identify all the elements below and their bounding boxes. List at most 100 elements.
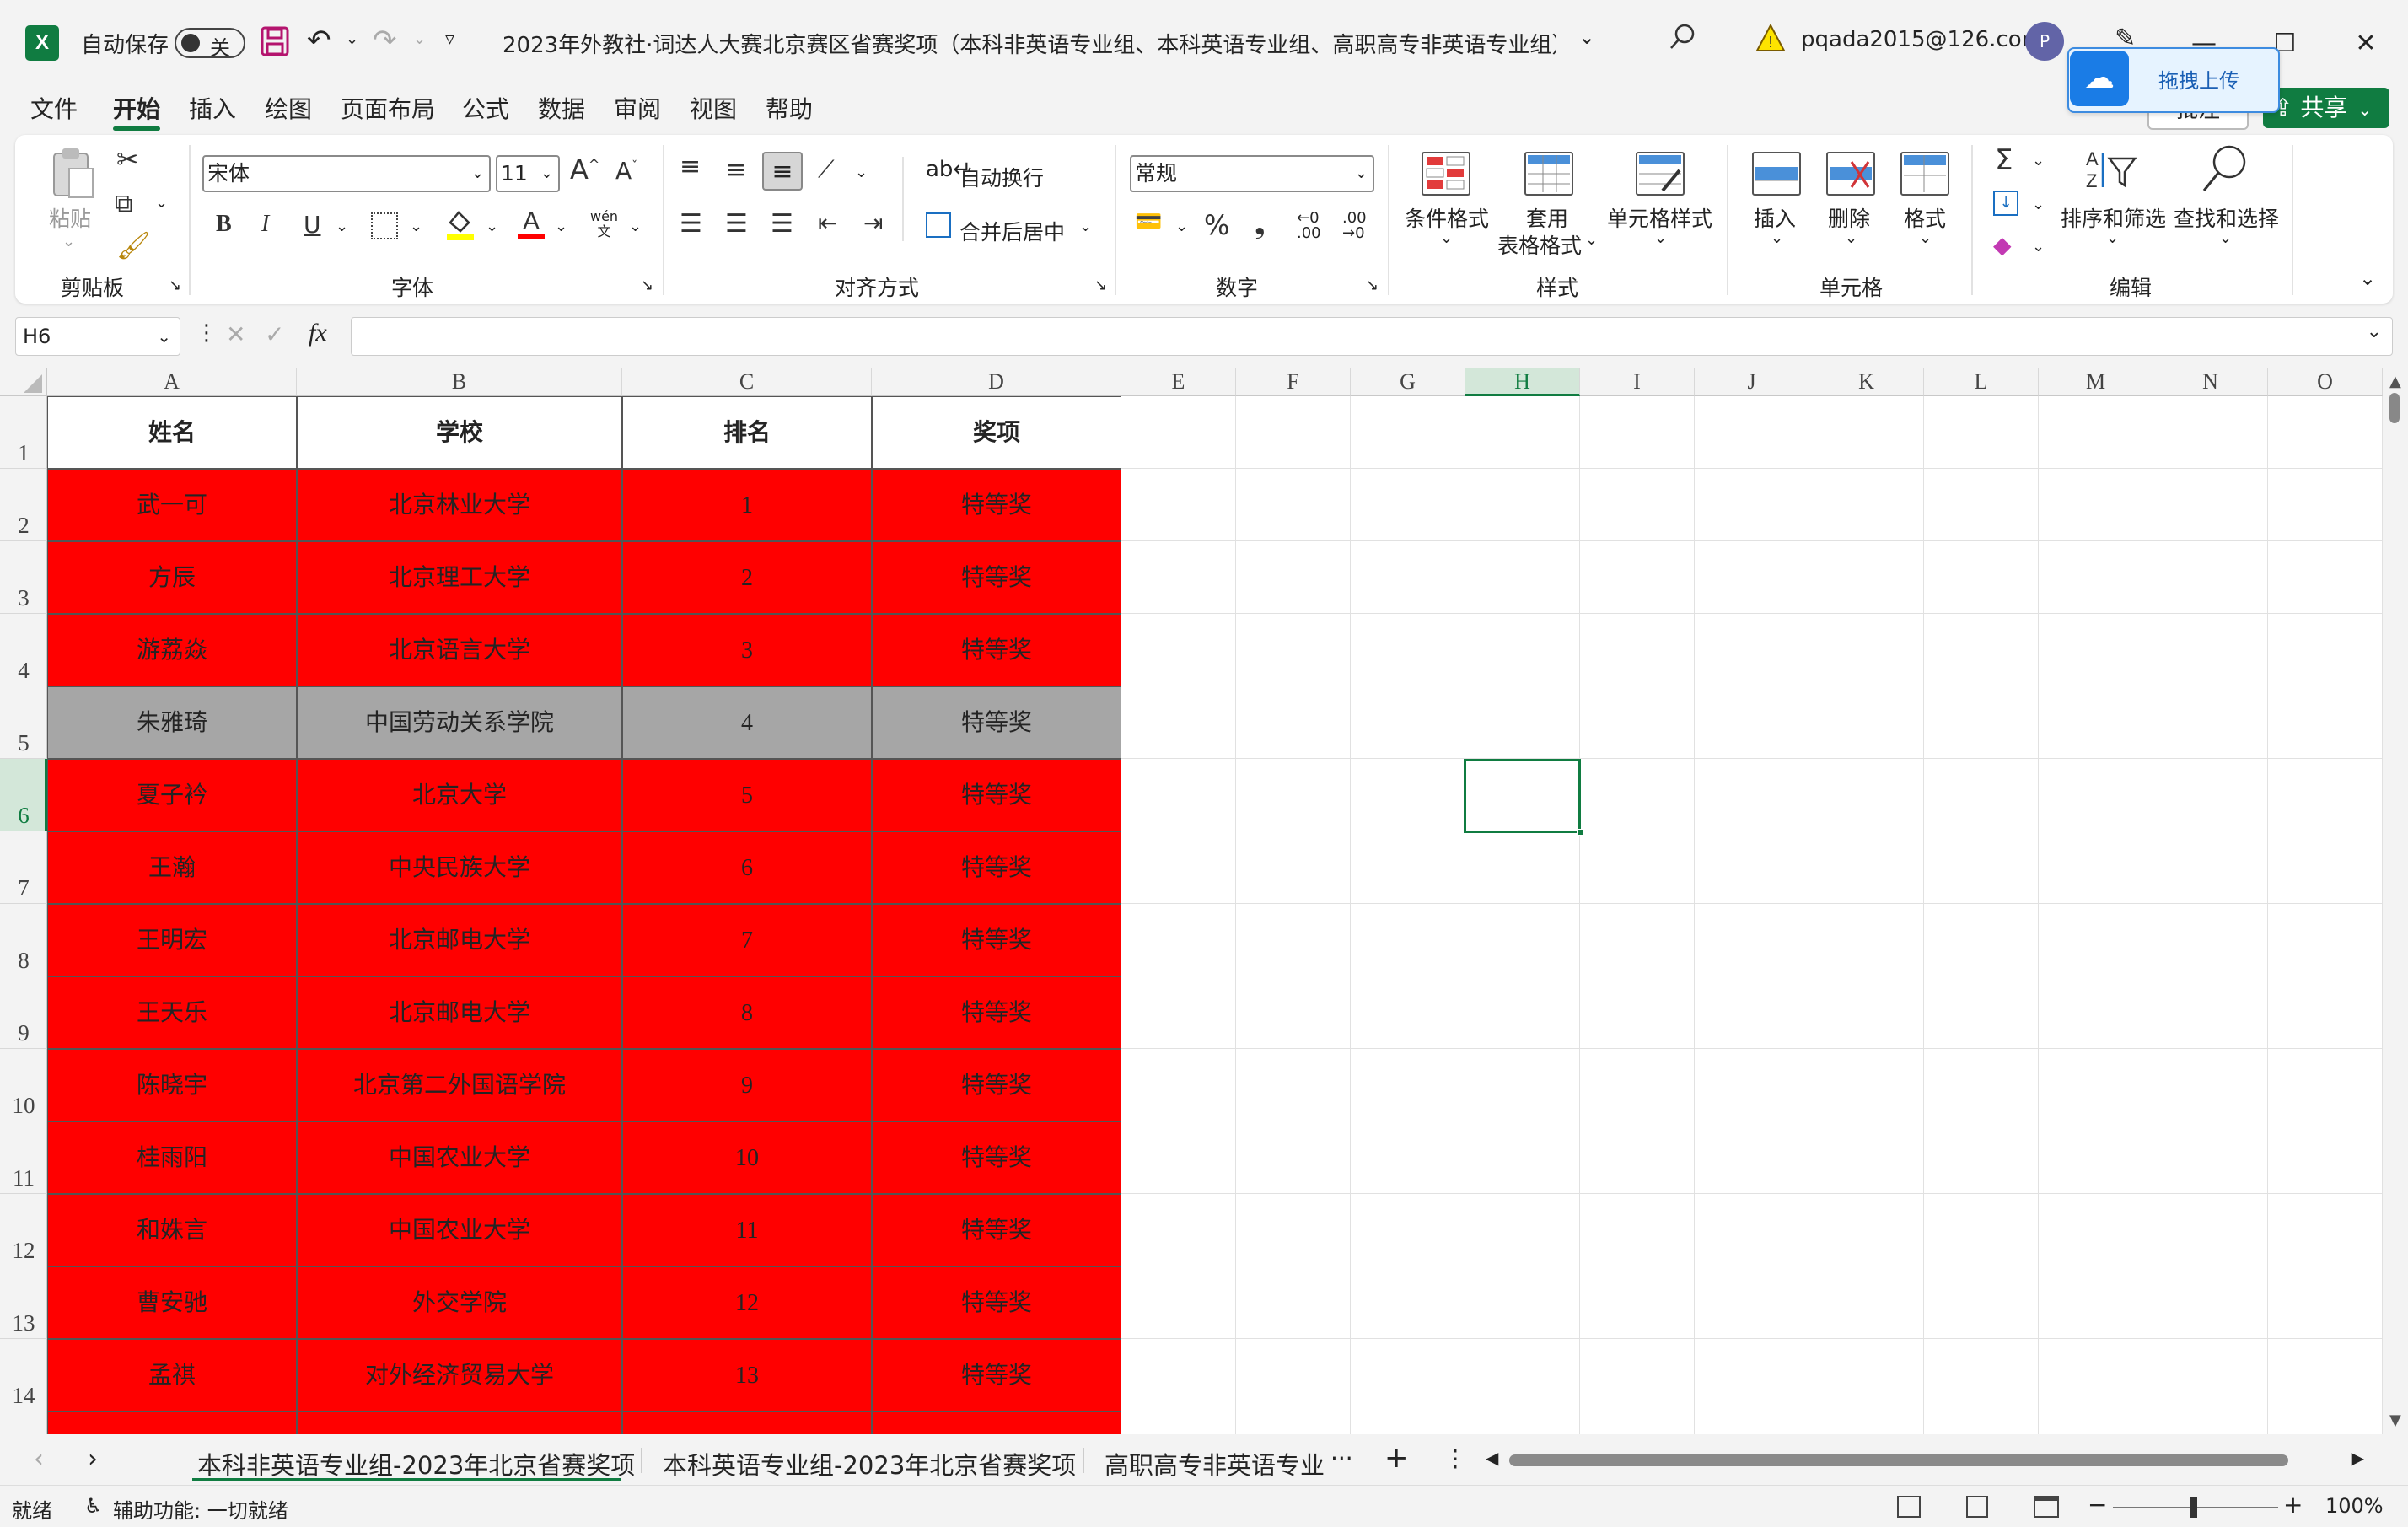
fill-color-icon[interactable] xyxy=(445,207,476,241)
autosum-icon[interactable]: Σ xyxy=(1995,143,2013,177)
select-all-corner[interactable] xyxy=(0,368,47,396)
phonetic-guide-icon[interactable]: wén 文 xyxy=(590,209,618,239)
rank-cell[interactable]: 8 xyxy=(622,976,872,1049)
orientation-icon[interactable]: ⟋ xyxy=(818,155,835,184)
award-cell[interactable]: 特等奖 xyxy=(872,1339,1121,1411)
sheet-tab[interactable]: 本科英语专业组-2023年北京省赛奖项 xyxy=(663,1446,1076,1481)
rank-cell[interactable]: 5 xyxy=(622,759,872,831)
column-header-b[interactable]: B xyxy=(297,368,622,396)
name-cell[interactable]: 王瀚 xyxy=(47,831,297,904)
row-header-2[interactable]: 2 xyxy=(0,469,47,541)
column-header-a[interactable]: A xyxy=(47,368,297,396)
decrease-decimal-icon[interactable]: .00 →0 xyxy=(1342,211,1367,241)
menu-review[interactable]: 审阅 xyxy=(614,93,661,126)
school-cell[interactable]: 北京理工大学 xyxy=(297,541,622,614)
copy-icon[interactable]: ⧉ xyxy=(115,189,132,218)
school-cell[interactable]: 北京第二外国语学院 xyxy=(297,1049,622,1121)
row-header-4[interactable]: 4 xyxy=(0,614,47,686)
name-cell[interactable]: 王明宏 xyxy=(47,904,297,976)
accessibility-status[interactable]: 辅助功能: 一切就绪 xyxy=(113,1494,288,1524)
confirm-entry-icon[interactable]: ✓ xyxy=(265,320,284,348)
number-launcher-icon[interactable]: ↘ xyxy=(1366,277,1379,294)
paste-label[interactable]: 粘贴 xyxy=(49,202,91,233)
insert-function-icon[interactable]: fx xyxy=(309,319,327,347)
underline-icon[interactable]: U xyxy=(304,211,321,239)
borders-dropdown-icon[interactable]: ⌄ xyxy=(410,218,422,235)
bold-icon[interactable]: B xyxy=(216,211,232,238)
cancel-entry-icon[interactable]: ✕ xyxy=(226,320,245,348)
menu-formulas[interactable]: 公式 xyxy=(462,93,509,126)
next-sheet-icon[interactable]: › xyxy=(88,1444,98,1474)
increase-font-icon[interactable]: A^ xyxy=(570,153,599,185)
partial-row-cell[interactable] xyxy=(872,1411,1121,1434)
increase-indent-icon[interactable]: ⇥ xyxy=(863,209,883,237)
redo-icon[interactable]: ↷ xyxy=(373,24,397,57)
copy-dropdown-icon[interactable]: ⌄ xyxy=(155,194,168,212)
clear-dropdown-icon[interactable]: ⌄ xyxy=(2032,238,2045,255)
row-header-7[interactable]: 7 xyxy=(0,831,47,904)
row-header-6[interactable]: 6 xyxy=(0,759,47,831)
name-cell[interactable]: 孟祺 xyxy=(47,1339,297,1411)
insert-cells-icon[interactable] xyxy=(1752,152,1801,196)
spreadsheet-grid[interactable]: ABCDEFGHIJKLMNO 123456789101112131415 姓名… xyxy=(0,368,2408,1434)
close-icon[interactable]: ✕ xyxy=(2342,20,2389,67)
rank-cell[interactable]: 2 xyxy=(622,541,872,614)
alignment-launcher-icon[interactable]: ↘ xyxy=(1094,277,1107,294)
name-cell[interactable]: 王天乐 xyxy=(47,976,297,1049)
column-header-f[interactable]: F xyxy=(1236,368,1351,396)
ribbon-collapse-icon[interactable]: ⌄ xyxy=(2359,266,2376,290)
horizontal-scroll-thumb[interactable] xyxy=(1509,1454,2288,1466)
name-cell[interactable]: 武一可 xyxy=(47,469,297,541)
format-cells-icon[interactable] xyxy=(1900,152,1949,196)
rank-cell[interactable]: 3 xyxy=(622,614,872,686)
award-cell[interactable]: 特等奖 xyxy=(872,541,1121,614)
cell-styles-icon[interactable] xyxy=(1636,152,1685,196)
name-box[interactable]: H6 ⌄ xyxy=(15,317,180,356)
format-cells-label[interactable]: 格式 xyxy=(1904,202,1946,233)
menu-draw[interactable]: 绘图 xyxy=(265,93,312,126)
scroll-left-icon[interactable]: ◀ xyxy=(1486,1448,1498,1468)
name-cell[interactable]: 和姝言 xyxy=(47,1194,297,1266)
active-cell-selection[interactable] xyxy=(1464,759,1583,836)
align-right-icon[interactable]: ☰ xyxy=(771,209,793,239)
accessibility-icon[interactable]: ♿ xyxy=(84,1494,103,1518)
conditional-dropdown-icon[interactable]: ⌄ xyxy=(1440,229,1453,247)
clear-icon[interactable]: ◆ xyxy=(1993,231,2012,259)
undo-dropdown-icon[interactable]: ⌄ xyxy=(346,30,358,48)
menu-home[interactable]: 开始 xyxy=(113,93,160,126)
currency-icon[interactable]: 💳 xyxy=(1135,209,1162,234)
more-sheets-icon[interactable]: ··· xyxy=(1330,1444,1353,1472)
redo-dropdown-icon[interactable]: ⌄ xyxy=(413,30,426,48)
name-cell[interactable]: 朱雅琦 xyxy=(47,686,297,759)
menu-data[interactable]: 数据 xyxy=(538,93,585,126)
font-family-select[interactable]: 宋体 ⌄ xyxy=(202,155,491,192)
format-as-table-label-1[interactable]: 套用 xyxy=(1526,202,1568,233)
cut-icon[interactable]: ✂ xyxy=(116,143,139,175)
award-cell[interactable]: 特等奖 xyxy=(872,686,1121,759)
delete-cells-icon[interactable] xyxy=(1826,152,1875,196)
column-header-n[interactable]: N xyxy=(2153,368,2268,396)
conditional-format-label[interactable]: 条件格式 xyxy=(1405,202,1489,233)
name-cell[interactable]: 夏子衿 xyxy=(47,759,297,831)
insert-cells-label[interactable]: 插入 xyxy=(1754,202,1796,233)
page-break-view-icon[interactable] xyxy=(2034,1496,2059,1518)
undo-icon[interactable]: ↶ xyxy=(307,24,331,57)
award-cell[interactable]: 特等奖 xyxy=(872,904,1121,976)
format-painter-icon[interactable]: 🖌 xyxy=(116,229,151,261)
decrease-indent-icon[interactable]: ⇤ xyxy=(818,209,837,237)
vertical-scroll-thumb[interactable] xyxy=(2389,393,2400,423)
save-icon[interactable] xyxy=(260,25,290,57)
merge-center-icon[interactable] xyxy=(926,212,951,238)
row-header-3[interactable]: 3 xyxy=(0,541,47,614)
title-dropdown-icon[interactable]: ⌄ xyxy=(1578,25,1595,49)
row-header-5[interactable]: 5 xyxy=(0,686,47,759)
rank-cell[interactable]: 11 xyxy=(622,1194,872,1266)
name-cell[interactable]: 曹安驰 xyxy=(47,1266,297,1339)
header-cell[interactable]: 姓名 xyxy=(47,396,297,469)
merge-center-label[interactable]: 合并后居中 xyxy=(959,216,1065,246)
scroll-up-icon[interactable]: ▲ xyxy=(2389,373,2401,390)
avatar[interactable]: P xyxy=(2025,22,2064,61)
row-header-11[interactable]: 11 xyxy=(0,1121,47,1194)
zoom-slider-thumb[interactable] xyxy=(2190,1497,2197,1518)
format-as-table-icon[interactable] xyxy=(1524,152,1573,196)
